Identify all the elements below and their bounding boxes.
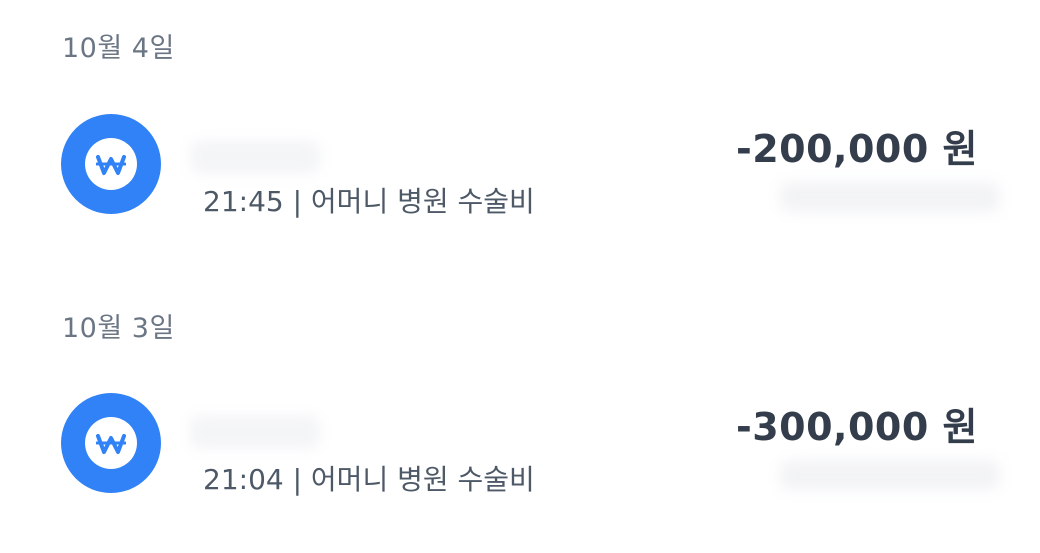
- transaction-amount: -200,000 원: [735, 127, 978, 171]
- date-header: 10월 4일: [62, 33, 175, 64]
- transaction-meta: 21:04 | 어머니 병원 수술비: [203, 463, 535, 496]
- won-icon: [61, 393, 161, 493]
- redacted-balance: [780, 460, 1000, 490]
- redacted-balance: [780, 182, 1000, 212]
- redacted-name: [190, 140, 320, 174]
- transaction-meta: 21:45 | 어머니 병원 수술비: [203, 185, 535, 218]
- won-icon: [61, 114, 161, 214]
- date-header: 10월 3일: [62, 313, 175, 344]
- redacted-name: [190, 415, 320, 449]
- transaction-amount: -300,000 원: [735, 405, 978, 449]
